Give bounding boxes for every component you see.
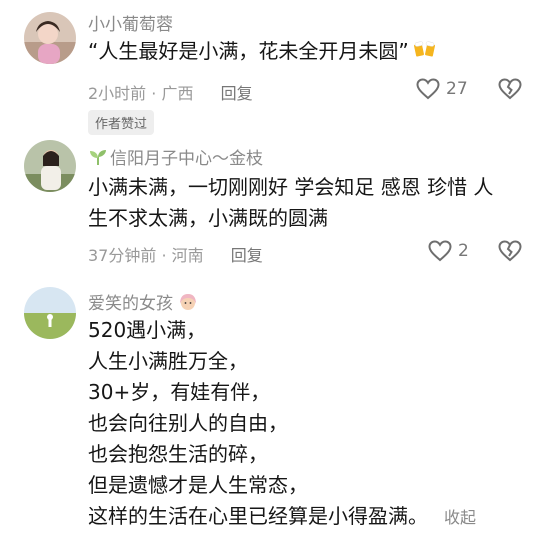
like-button[interactable]: 27 — [416, 78, 468, 100]
comment-text: 520遇小满， 人生小满胜万全， 30+岁，有娃有伴， 也会向往别人的自由， 也… — [88, 315, 476, 533]
comment-text-line: 也会抱怨生活的碎， — [88, 442, 268, 466]
comment-text-line: “人生最好是小满，花未全开月未圆” — [88, 39, 409, 63]
comment-time: 37分钟前 — [88, 246, 157, 265]
comment-username[interactable]: 爱笑的女孩 — [88, 289, 199, 317]
comment-text-line: 人生小满胜万全， — [88, 349, 248, 373]
author-liked-badge: 作者赞过 — [88, 110, 155, 135]
comment-text-line: 30+岁，有娃有伴， — [88, 380, 271, 404]
avatar[interactable] — [24, 140, 76, 192]
girl-emoji-icon — [177, 292, 199, 317]
avatar[interactable] — [24, 12, 76, 64]
heart-outline-icon — [428, 240, 452, 262]
comment-item: 信阳月子中心～金枝 小满未满，一切刚刚好 学会知足 感恩 珍惜 人 生不求太满，… — [0, 140, 550, 280]
avatar[interactable] — [24, 287, 76, 339]
collapse-button[interactable]: 收起 — [444, 508, 476, 527]
broken-heart-icon — [498, 240, 522, 262]
comment-username[interactable]: 信阳月子中心～金枝 — [88, 144, 263, 171]
comment-meta: 2小时前 · 广西 回复 — [88, 80, 253, 104]
comment-meta: 37分钟前 · 河南 回复 — [88, 242, 263, 266]
beer-cheers-icon — [413, 37, 437, 68]
comment-text: “人生最好是小满，花未全开月未圆” — [88, 36, 437, 68]
like-button[interactable]: 2 — [428, 240, 469, 262]
reply-button[interactable]: 回复 — [221, 84, 253, 103]
comment-text: 小满未满，一切刚刚好 学会知足 感恩 珍惜 人 生不求太满，小满既的圆满 — [88, 172, 493, 234]
comment-text-line: 这样的生活在心里已经算是小得盈满。 — [88, 504, 428, 528]
dislike-button[interactable] — [498, 240, 522, 266]
comment-item: 爱笑的女孩 520遇小满， 人生小满胜万全， 30+岁，有娃有伴， 也会向往别人… — [0, 285, 550, 532]
comment-text-line: 小满未满，一切刚刚好 学会知足 感恩 珍惜 人 — [88, 175, 494, 199]
comment-username-text: 爱笑的女孩 — [88, 294, 173, 314]
reply-button[interactable]: 回复 — [231, 246, 263, 265]
comment-username[interactable]: 小小葡萄蓉 — [88, 10, 173, 35]
comment-text-line: 也会向往别人的自由， — [88, 411, 288, 435]
comment-time: 2小时前 — [88, 84, 147, 103]
meta-separator: · — [151, 84, 157, 103]
heart-outline-icon — [416, 78, 440, 100]
like-count: 2 — [458, 241, 469, 261]
comment-text-line: 但是遗憾才是人生常态， — [88, 473, 308, 497]
sprout-icon — [88, 148, 108, 171]
meta-separator: · — [161, 246, 167, 265]
comment-item: 小小葡萄蓉 “人生最好是小满，花未全开月未圆” 2小时前 · 广西 回复 27 … — [0, 0, 550, 140]
comment-location: 广西 — [161, 84, 194, 103]
dislike-button[interactable] — [498, 78, 522, 104]
like-count: 27 — [446, 79, 468, 99]
broken-heart-icon — [498, 78, 522, 100]
comment-text-line: 生不求太满，小满既的圆满 — [88, 206, 328, 230]
comment-text-line: 520遇小满， — [88, 318, 207, 342]
comment-username-text: 信阳月子中心～金枝 — [110, 149, 263, 169]
comment-location: 河南 — [171, 246, 204, 265]
